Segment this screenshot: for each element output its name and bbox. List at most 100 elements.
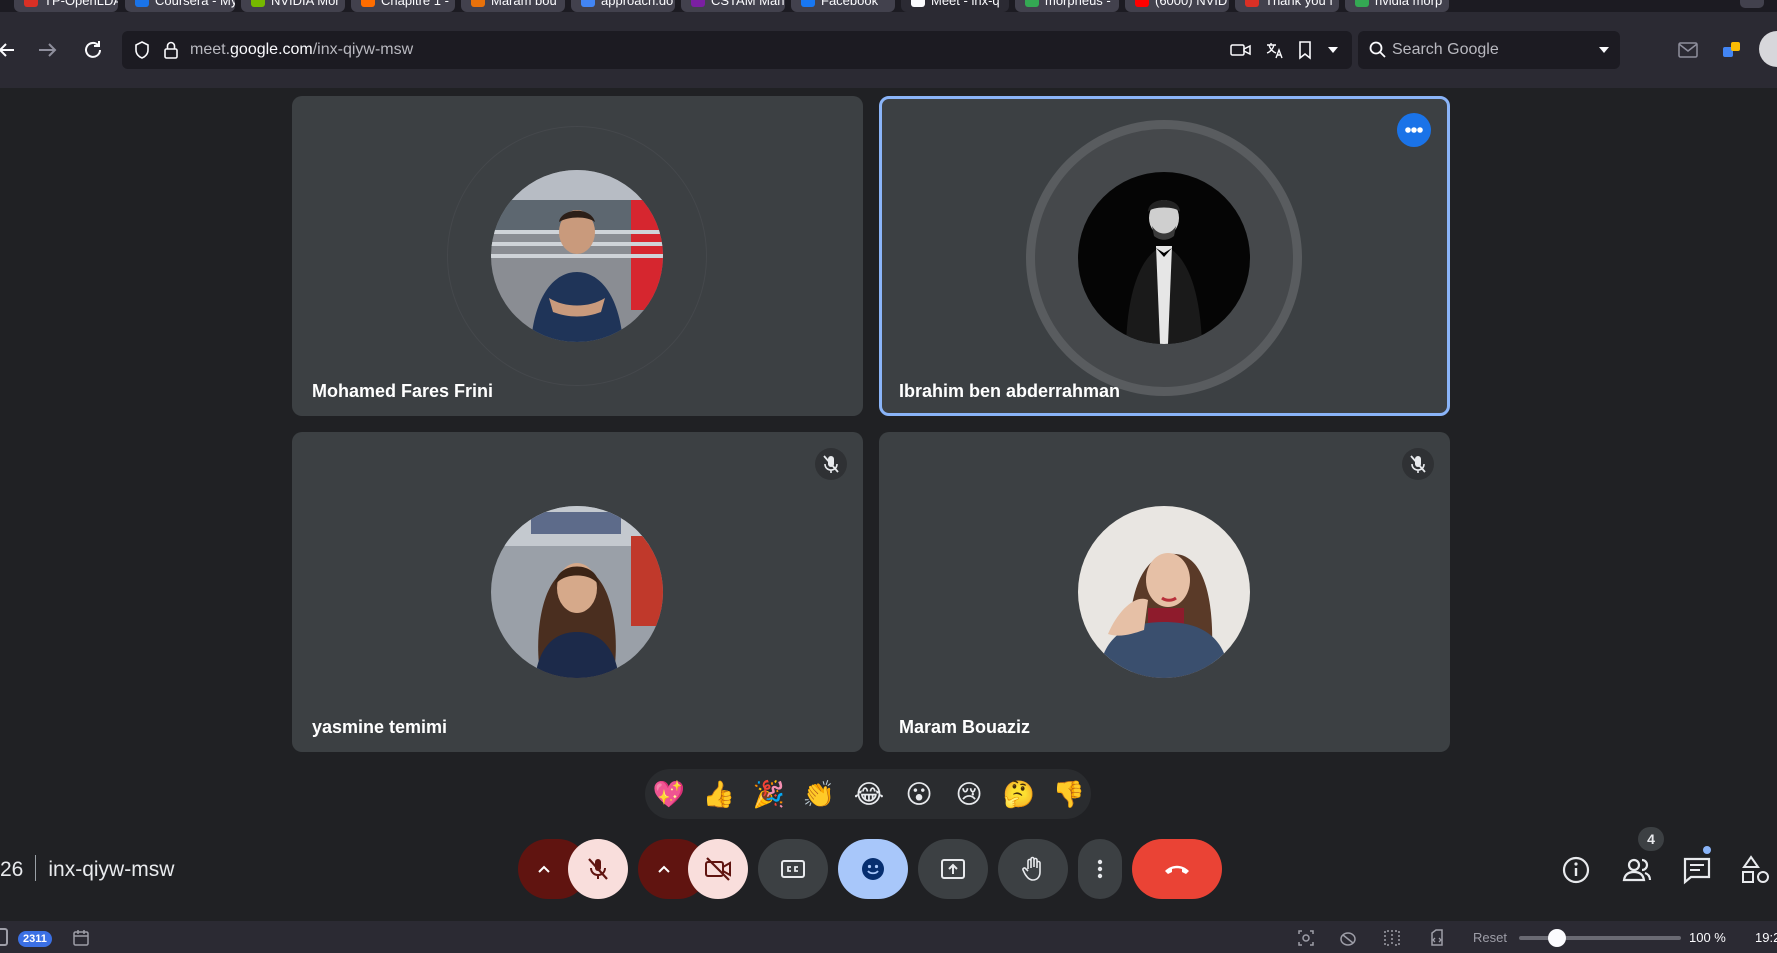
tab-favicon <box>135 0 149 7</box>
zoom-slider[interactable] <box>1519 929 1681 947</box>
browser-tab[interactable]: morpheus - <box>1015 0 1119 12</box>
reaction-heart-button[interactable]: 💖 <box>651 776 687 812</box>
participant-name: yasmine temimi <box>312 717 448 737</box>
tab-favicon <box>911 0 925 7</box>
raise-hand-button[interactable] <box>998 839 1068 899</box>
reaction-party-button[interactable]: 🎉 <box>751 776 787 812</box>
mic-off-icon <box>1410 455 1426 473</box>
emoji-icon <box>862 858 884 880</box>
camera-off-icon <box>705 857 731 881</box>
camera-toggle-button[interactable] <box>688 839 748 899</box>
dropdown-arrow-icon[interactable] <box>1327 44 1339 56</box>
camera-permission-icon[interactable] <box>1230 41 1252 59</box>
reaction-thinking-button[interactable]: 🤔 <box>1001 776 1037 812</box>
zoom-slider-handle[interactable] <box>1547 929 1566 947</box>
url-text: meet.google.com/inx-qiyw-msw <box>190 41 414 58</box>
account-avatar[interactable] <box>1759 31 1777 67</box>
hand-icon <box>1022 856 1041 881</box>
browser-tab[interactable]: Maram bou <box>461 0 565 12</box>
browser-tab[interactable]: Facebook <box>791 0 895 12</box>
leave-call-button[interactable] <box>1132 839 1222 899</box>
tab-favicon <box>691 0 705 7</box>
reaction-thumbs-down-button[interactable]: 👎 <box>1051 776 1087 812</box>
mic-off-icon <box>823 455 839 473</box>
avatar <box>1078 506 1250 678</box>
reload-button[interactable] <box>79 36 107 64</box>
translate-icon[interactable] <box>1264 40 1284 60</box>
mic-off-icon <box>588 858 608 880</box>
code-icon[interactable] <box>1427 928 1447 948</box>
avatar <box>1078 172 1250 344</box>
mail-icon[interactable] <box>1677 41 1699 59</box>
browser-tab[interactable]: CSTAM Man <box>681 0 785 12</box>
participant-name: Maram Bouaziz <box>899 717 1031 737</box>
zoom-reset-button[interactable]: Reset <box>1473 930 1507 945</box>
browser-tab[interactable]: (6000) NVID <box>1125 0 1229 12</box>
browser-tab-active[interactable]: Meet - inx-q <box>901 0 1009 12</box>
split-view-icon[interactable] <box>1382 928 1402 948</box>
browser-tab[interactable]: Coursera - My <box>125 0 235 12</box>
back-button[interactable] <box>0 36 22 64</box>
reaction-thumbs-up-button[interactable]: 👍 <box>701 776 737 812</box>
participant-name: Ibrahim ben abderrahman <box>899 381 1121 401</box>
tab-favicon <box>1135 0 1149 7</box>
camera-control <box>638 839 748 899</box>
present-icon <box>941 859 965 879</box>
people-icon[interactable] <box>1620 853 1654 887</box>
shield-icon[interactable] <box>132 40 152 60</box>
tab-overflow-button[interactable] <box>1740 0 1764 8</box>
meeting-info-icon[interactable] <box>1559 853 1593 887</box>
address-bar[interactable]: meet.google.com/inx-qiyw-msw <box>122 31 1352 69</box>
browser-tab[interactable]: nvidia morp <box>1345 0 1449 12</box>
participant-name: Mohamed Fares Frini <box>312 381 494 401</box>
participant-tile[interactable]: Maram Bouaziz <box>879 432 1450 752</box>
screenshot-icon[interactable] <box>1296 928 1316 948</box>
browser-tab[interactable]: NVIDIA Mor <box>241 0 345 12</box>
extension-icon[interactable] <box>1721 39 1743 61</box>
sidebar-toggle-icon[interactable] <box>0 928 8 946</box>
mic-toggle-button[interactable] <box>568 839 628 899</box>
present-screen-button[interactable] <box>918 839 988 899</box>
closed-captions-icon <box>781 860 805 878</box>
divider <box>35 855 37 881</box>
chat-icon[interactable] <box>1680 853 1714 887</box>
reaction-surprised-button[interactable]: 😮 <box>901 776 937 812</box>
lock-icon[interactable] <box>162 40 180 60</box>
tab-favicon <box>471 0 485 7</box>
activities-icon[interactable] <box>1739 853 1773 887</box>
chevron-up-icon <box>658 865 670 873</box>
browser-tab[interactable]: Chapitre 1 - <box>351 0 455 12</box>
more-options-button[interactable] <box>1397 113 1431 147</box>
browser-tab[interactable]: approach.do <box>571 0 675 12</box>
meeting-code: inx-qiyw-msw <box>48 858 175 881</box>
participant-tile[interactable]: Mohamed Fares Frini <box>292 96 863 416</box>
reaction-clap-button[interactable]: 👏 <box>801 776 837 812</box>
reaction-sad-button[interactable]: 😢 <box>951 776 987 812</box>
reactions-bar: 💖 👍 🎉 👏 😂 😮 😢 🤔 👎 <box>645 769 1091 819</box>
tab-favicon <box>251 0 265 7</box>
captions-button[interactable] <box>758 839 828 899</box>
tab-favicon <box>581 0 595 7</box>
search-engine-dropdown-icon[interactable] <box>1598 44 1610 56</box>
more-options-button[interactable] <box>1078 839 1122 899</box>
reaction-laugh-button[interactable]: 😂 <box>851 776 887 812</box>
browser-status-bar: 2311 Reset 100 % 19:2 <box>0 921 1777 953</box>
avatar <box>491 506 663 678</box>
browser-tab[interactable]: Thank you f <box>1235 0 1339 12</box>
search-box[interactable] <box>1358 31 1620 69</box>
browser-nav-bar: meet.google.com/inx-qiyw-msw <box>0 12 1777 88</box>
participant-tile-speaking[interactable]: Ibrahim ben abderrahman <box>879 96 1450 416</box>
send-reaction-button[interactable] <box>838 839 908 899</box>
search-input[interactable] <box>1392 39 1592 61</box>
calendar-icon[interactable] <box>71 928 91 948</box>
browser-tab-strip: TP-OpenLDA Coursera - My NVIDIA Mor Chap… <box>0 0 1777 12</box>
browser-tab[interactable]: TP-OpenLDA <box>14 0 118 12</box>
forward-button[interactable] <box>33 36 61 64</box>
notification-count-badge[interactable]: 2311 <box>18 931 52 947</box>
participant-tile[interactable]: yasmine temimi <box>292 432 863 752</box>
tab-favicon <box>361 0 375 7</box>
theme-icon[interactable] <box>1338 928 1358 948</box>
bookmark-icon[interactable] <box>1297 40 1313 60</box>
mic-muted-badge <box>815 448 847 480</box>
forward-arrow-icon <box>39 43 57 57</box>
